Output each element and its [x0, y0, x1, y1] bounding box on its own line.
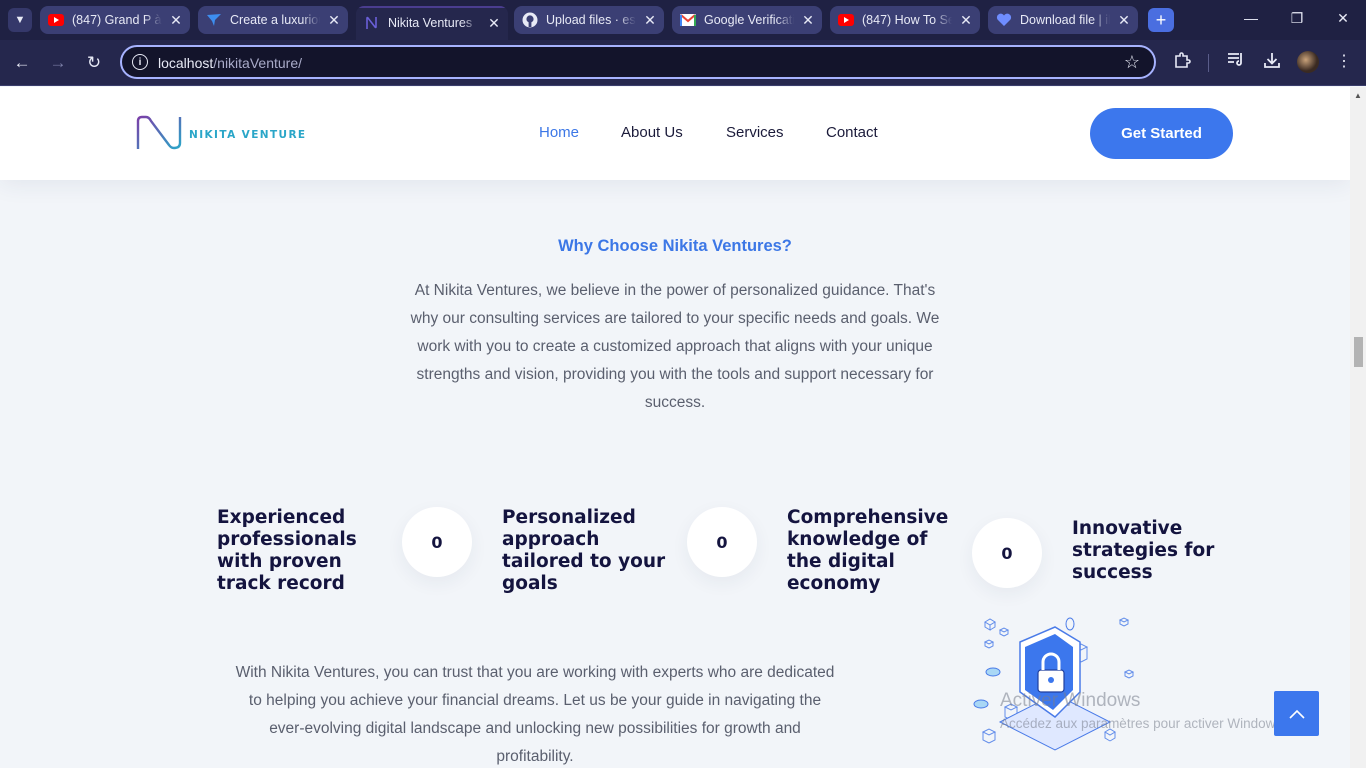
chevron-up-icon [1288, 709, 1305, 719]
youtube-icon [838, 12, 854, 28]
nikita-logo-icon [364, 15, 380, 31]
browser-tab[interactable]: Upload files · esp ✕ [514, 6, 664, 34]
youtube-icon [48, 12, 64, 28]
forward-arrow-icon[interactable]: → [47, 52, 69, 74]
windows-activation-watermark: Activer Windows Accédez aux paramètres p… [1000, 690, 1286, 731]
close-tab-icon[interactable]: ✕ [326, 12, 342, 29]
feature-title: Innovative strategies for success [1072, 518, 1215, 583]
tab-search-chevron-icon[interactable]: ▼ [8, 8, 32, 32]
toolbar-divider [1208, 54, 1209, 72]
logo-wordmark: NIKITA VENTURE [189, 129, 307, 141]
site-header: NIKITA VENTURE Home About Us Services Co… [0, 87, 1350, 180]
nav-services[interactable]: Services [726, 124, 784, 141]
close-tab-icon[interactable]: ✕ [642, 12, 658, 29]
back-arrow-icon[interactable]: ← [11, 52, 33, 74]
scrollbar-thumb[interactable] [1354, 337, 1363, 367]
section-title: Why Choose Nikita Ventures? [558, 237, 792, 255]
tab-title: (847) Grand P à c [72, 13, 162, 27]
browser-tab-active[interactable]: Nikita Ventures ✕ [356, 6, 508, 40]
feature-counter: 0 [972, 518, 1042, 588]
watermark-subtitle: Accédez aux paramètres pour activer Wind… [1000, 716, 1286, 731]
browser-tab[interactable]: (847) How To Se ✕ [830, 6, 980, 34]
close-tab-icon[interactable]: ✕ [486, 15, 502, 32]
feature-counter: 0 [402, 507, 472, 577]
tab-title: (847) How To Se [862, 13, 952, 27]
url-host: localhost [158, 55, 214, 71]
gmail-icon [680, 12, 696, 28]
tab-title: Nikita Ventures [388, 16, 473, 30]
site-info-icon[interactable]: i [132, 54, 148, 70]
github-icon [522, 12, 538, 28]
web-page: NIKITA VENTURE Home About Us Services Co… [0, 87, 1350, 768]
new-tab-button[interactable]: + [1148, 8, 1174, 32]
close-tab-icon[interactable]: ✕ [168, 12, 184, 29]
get-started-button[interactable]: Get Started [1090, 108, 1233, 159]
extensions-puzzle-icon[interactable] [1170, 51, 1194, 74]
feature-counter: 0 [687, 507, 757, 577]
nav-contact[interactable]: Contact [826, 124, 878, 141]
nav-about-us[interactable]: About Us [621, 124, 683, 141]
restore-icon[interactable]: ❐ [1287, 10, 1307, 27]
profile-avatar[interactable] [1297, 51, 1319, 73]
scroll-up-arrow-icon[interactable]: ▲ [1354, 91, 1362, 100]
tab-title: Create a luxuriou [230, 13, 320, 27]
browser-tab[interactable]: Google Verificati ✕ [672, 6, 822, 34]
address-url[interactable]: localhost/nikitaVenture/ [158, 55, 302, 71]
page-scrollbar[interactable]: ▲ [1350, 87, 1366, 768]
bookmark-star-icon[interactable]: ☆ [1124, 52, 1140, 73]
browser-menu-icon[interactable]: ⋮ [1332, 51, 1356, 71]
bird-icon [206, 12, 222, 28]
tab-title: Google Verificati [704, 13, 794, 27]
close-tab-icon[interactable]: ✕ [958, 12, 974, 29]
browser-tab[interactable]: (847) Grand P à c ✕ [40, 6, 190, 34]
reload-icon[interactable]: ↻ [83, 52, 105, 74]
heart-icon [996, 12, 1012, 28]
tab-title: Download file | il [1020, 13, 1110, 27]
section-description: At Nikita Ventures, we believe in the po… [410, 282, 940, 411]
feature-title: Comprehensive knowledge of the digital e… [787, 507, 949, 594]
site-logo[interactable]: NIKITA VENTURE [136, 115, 307, 151]
trust-paragraph: With Nikita Ventures, you can trust that… [235, 664, 835, 765]
address-bar[interactable]: i localhost/nikitaVenture/ ☆ [120, 45, 1156, 79]
feature-title: Personalized approach tailored to your g… [502, 507, 666, 594]
url-path: /nikitaVenture/ [213, 55, 302, 71]
close-window-icon[interactable]: ✕ [1333, 10, 1353, 27]
back-to-top-button[interactable] [1274, 691, 1319, 736]
tab-title: Upload files · esp [546, 13, 636, 27]
close-tab-icon[interactable]: ✕ [1116, 12, 1132, 29]
media-queue-icon[interactable] [1224, 51, 1248, 72]
browser-tab[interactable]: Download file | il ✕ [988, 6, 1138, 34]
browser-tab[interactable]: Create a luxuriou ✕ [198, 6, 348, 34]
watermark-title: Activer Windows [1000, 690, 1141, 711]
browser-toolbar: ← → ↻ i localhost/nikitaVenture/ ☆ ⋮ [0, 40, 1366, 86]
download-icon[interactable] [1260, 51, 1284, 74]
minimize-icon[interactable]: — [1241, 10, 1261, 26]
close-tab-icon[interactable]: ✕ [800, 12, 816, 29]
browser-tab-bar: ▼ (847) Grand P à c ✕ Create a luxuriou … [0, 0, 1366, 40]
logo-mark-icon [136, 115, 182, 150]
feature-title: Experienced professionals with proven tr… [217, 507, 357, 594]
nav-home[interactable]: Home [539, 124, 579, 141]
